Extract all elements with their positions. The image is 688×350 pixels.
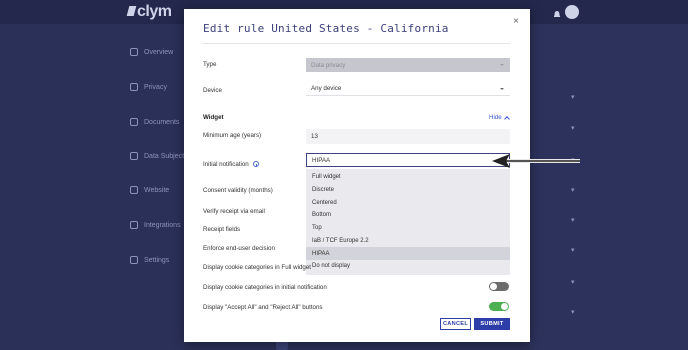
doc-icon <box>130 118 138 126</box>
sidebar-item-overview[interactable]: Overview <box>130 48 173 56</box>
initial-notification-text: Initial notification <box>203 161 249 168</box>
sidebar-item-label: Privacy <box>144 83 167 91</box>
display-initial-label: Display cookie categories in initial not… <box>203 284 327 291</box>
hide-label: Hide <box>489 114 502 121</box>
sidebar-item-label: Integrations <box>144 221 181 229</box>
option-do-not-display[interactable]: Do not display <box>306 260 510 273</box>
annotation-arrow-icon <box>492 154 580 168</box>
hide-widget-link[interactable]: Hide <box>489 114 510 122</box>
sidebar-item-label: Settings <box>144 256 170 264</box>
sidebar-item-privacy[interactable]: Privacy <box>130 83 167 91</box>
cancel-button[interactable]: CANCEL <box>440 318 471 330</box>
notification-icon[interactable] <box>552 7 562 17</box>
min-age-value: 13 <box>311 133 318 140</box>
receipt-fields-label: Receipt fields <box>203 226 241 233</box>
logo-mark-icon <box>126 6 137 16</box>
chevron-down-icon <box>500 87 504 90</box>
home-icon <box>130 48 138 56</box>
toggle-knob <box>501 303 508 310</box>
edit-rule-dialog: Edit rule United States - California × T… <box>184 9 530 342</box>
logo-text: clym <box>137 3 172 20</box>
sidebar-item-label: Overview <box>144 48 174 56</box>
sidebar-item-label: Data Subjects <box>144 152 188 160</box>
app-logo[interactable]: clym <box>126 3 172 21</box>
display-initial-toggle[interactable] <box>489 282 509 291</box>
type-label: Type <box>203 61 217 68</box>
sidebar-item-documents[interactable]: Documents <box>130 118 179 126</box>
close-icon[interactable]: × <box>511 17 521 27</box>
sidebar-item-integrations[interactable]: Integrations <box>130 221 181 229</box>
user-icon <box>130 152 138 160</box>
chevron-up-icon <box>503 115 510 122</box>
device-label: Device <box>203 87 222 94</box>
chevron-down-icon <box>500 64 504 66</box>
sidebar-item-label: Documents <box>144 118 180 126</box>
shield-icon <box>130 83 138 91</box>
toggle-knob <box>490 283 497 290</box>
option-iab-tcf[interactable]: IaB / TCF Europe 2.2 <box>306 235 510 248</box>
min-age-input[interactable]: 13 <box>306 129 510 144</box>
type-select: Data privacy <box>306 58 510 72</box>
option-full-widget[interactable]: Full widget <box>306 171 510 184</box>
option-bottom[interactable]: Bottom <box>306 209 510 222</box>
display-full-widget-label: Display cookie categories in Full widget <box>203 264 311 271</box>
option-top[interactable]: Top <box>306 222 510 235</box>
option-hipaa[interactable]: HIPAA <box>306 247 510 260</box>
divider <box>203 43 510 44</box>
sidebar-item-label: Website <box>144 186 170 194</box>
sidebar-item-website[interactable]: Website <box>130 186 169 194</box>
option-centered[interactable]: Centered <box>306 196 510 209</box>
min-age-label: Minimum age (years) <box>203 132 262 139</box>
chevron-down-icon[interactable]: ▾ <box>571 278 575 286</box>
type-value: Data privacy <box>311 61 346 69</box>
gear-icon <box>130 256 138 264</box>
submit-button[interactable]: SUBMIT <box>474 318 510 330</box>
device-value: Any device <box>311 85 342 92</box>
chevron-down-icon[interactable]: ▾ <box>571 186 575 194</box>
chevron-down-icon[interactable]: ▾ <box>571 124 575 132</box>
main-content <box>530 24 688 350</box>
dialog-title: Edit rule United States - California <box>203 22 449 35</box>
chevron-down-icon[interactable]: ▾ <box>571 308 575 316</box>
chevron-down-icon[interactable]: ▾ <box>571 246 575 254</box>
sidebar-item-data-subjects[interactable]: Data Subjects <box>130 152 188 160</box>
widget-section-label: Widget <box>203 114 224 121</box>
globe-icon <box>130 186 138 194</box>
info-icon[interactable] <box>252 161 259 168</box>
display-accept-reject-label: Display "Accept All" and "Reject All" bu… <box>203 304 323 311</box>
cart-icon <box>130 221 138 229</box>
initial-notification-label: Initial notification <box>203 161 259 168</box>
avatar[interactable] <box>565 5 579 19</box>
bottom-action-button[interactable] <box>276 341 288 350</box>
chevron-down-icon[interactable]: ▾ <box>571 93 575 101</box>
initial-notification-dropdown: Full widget Discrete Centered Bottom Top… <box>306 169 510 275</box>
initial-notification-value: HIPAA <box>312 156 331 164</box>
device-select[interactable]: Any device <box>306 82 510 96</box>
verify-receipt-label: Verify receipt via email <box>203 208 265 215</box>
display-accept-reject-toggle[interactable] <box>489 302 509 311</box>
option-discrete[interactable]: Discrete <box>306 184 510 197</box>
consent-validity-label: Consent validity (months) <box>203 187 273 194</box>
sidebar-item-settings[interactable]: Settings <box>130 256 169 264</box>
chevron-down-icon[interactable]: ▾ <box>571 216 575 224</box>
enforce-decision-label: Enforce end-user decision <box>203 245 275 252</box>
initial-notification-select[interactable]: HIPAA <box>306 153 510 167</box>
